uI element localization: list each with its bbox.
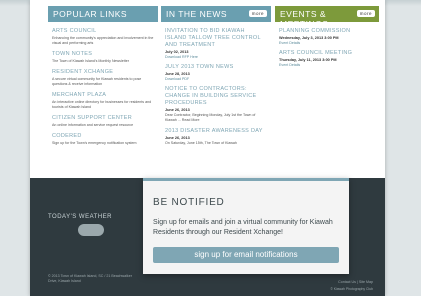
event-item-title[interactable]: Arts Council Meeting bbox=[279, 50, 375, 57]
news-title: IN THE NEWS bbox=[166, 9, 228, 19]
popular-links-list: Arts Council Enhancing the community's a… bbox=[48, 22, 158, 152]
events-list: Planning Commission Wednesday, July 3, 2… bbox=[275, 22, 379, 73]
cloud-icon bbox=[78, 224, 104, 236]
event-details-link[interactable]: Event Details bbox=[279, 63, 375, 67]
popup-description: Sign up for emails and join a virtual co… bbox=[153, 219, 333, 236]
link-citizen-support[interactable]: Citizen Support Center bbox=[52, 115, 154, 122]
popup-title: BE NOTIFIED bbox=[153, 197, 225, 208]
link-description: A secure virtual community for Kiawah re… bbox=[52, 77, 142, 86]
window-frame: POPULAR LINKS Arts Council Enhancing the… bbox=[0, 0, 421, 296]
news-header: IN THE NEWS more bbox=[161, 6, 271, 22]
link-merchant-plaza[interactable]: Merchant Plaza bbox=[52, 92, 154, 99]
news-item-date: June 28, 2013 bbox=[165, 72, 190, 76]
weather-label: TODAY'S WEATHER bbox=[48, 214, 112, 220]
news-more-button[interactable]: more bbox=[248, 10, 267, 17]
link-town-notes[interactable]: Town Notes bbox=[52, 51, 154, 58]
popular-links-title: POPULAR LINKS bbox=[53, 9, 128, 19]
link-description: Sign up for the Town's emergency notific… bbox=[52, 141, 137, 145]
news-list: Invitation to bid Kiawah Island Tallow T… bbox=[161, 22, 271, 152]
events-header: EVENTS & MEETINGS more bbox=[275, 6, 379, 29]
news-item-text: On Saturday, June 15th, The Town of Kiaw… bbox=[165, 141, 237, 145]
news-item-title[interactable]: Notice to Contractors: Change in Buildin… bbox=[165, 86, 267, 107]
event-item-title[interactable]: Planning Commission bbox=[279, 28, 375, 35]
events-column: EVENTS & MEETINGS more Planning Commissi… bbox=[275, 6, 379, 176]
news-item-title[interactable]: July 2013 Town News bbox=[165, 64, 267, 71]
events-more-button[interactable]: more bbox=[356, 10, 375, 17]
link-description: The Town of Kiawah Island's Monthly News… bbox=[52, 59, 129, 63]
popular-links-column: POPULAR LINKS Arts Council Enhancing the… bbox=[48, 6, 158, 176]
news-item-link[interactable]: Download RFP Here bbox=[165, 55, 267, 59]
notification-popup: BE NOTIFIED Sign up for emails and join … bbox=[143, 178, 349, 274]
event-details-link[interactable]: Event Details bbox=[279, 41, 375, 45]
link-arts-council[interactable]: Arts Council bbox=[52, 28, 154, 35]
email-signup-button[interactable]: sign up for email notifications bbox=[153, 247, 339, 263]
news-item-link[interactable]: Download PDF bbox=[165, 77, 267, 81]
link-codered[interactable]: CodeRED bbox=[52, 133, 154, 140]
contact-links[interactable]: Contact Us | Site Map bbox=[338, 280, 373, 284]
event-item-date: Thursday, July 11, 2013 3:00 PM bbox=[279, 58, 337, 62]
link-resident-xchange[interactable]: Resident Xchange bbox=[52, 69, 154, 76]
photo-credit: © Kiawah Photography Club bbox=[330, 287, 373, 291]
web-page: POPULAR LINKS Arts Council Enhancing the… bbox=[30, 0, 385, 296]
link-description: Enhancing the community's appreciation a… bbox=[52, 36, 154, 45]
link-description: An interactive online directory for busi… bbox=[52, 100, 152, 109]
news-item-title[interactable]: Invitation to bid Kiawah Island Tallow T… bbox=[165, 28, 267, 49]
news-item-date: June 26, 2013 bbox=[165, 136, 190, 140]
news-column: IN THE NEWS more Invitation to bid Kiawa… bbox=[161, 6, 271, 176]
link-description: An online information and service reques… bbox=[52, 123, 134, 127]
news-item-text: Dear Contractor, Beginning Monday, July … bbox=[165, 113, 256, 122]
news-item-date: July 02, 2013 bbox=[165, 50, 189, 54]
news-item-title[interactable]: 2013 Disaster Awareness Day bbox=[165, 128, 267, 135]
news-item-date: June 26, 2013 bbox=[165, 108, 190, 112]
popular-links-header: POPULAR LINKS bbox=[48, 6, 158, 22]
event-item-date: Wednesday, July 3, 2013 3:00 PM bbox=[279, 36, 339, 40]
events-title: EVENTS & MEETINGS bbox=[280, 9, 329, 29]
copyright-text: © 2013 Town of Kiawah Island, SC / 21 Be… bbox=[48, 274, 132, 283]
